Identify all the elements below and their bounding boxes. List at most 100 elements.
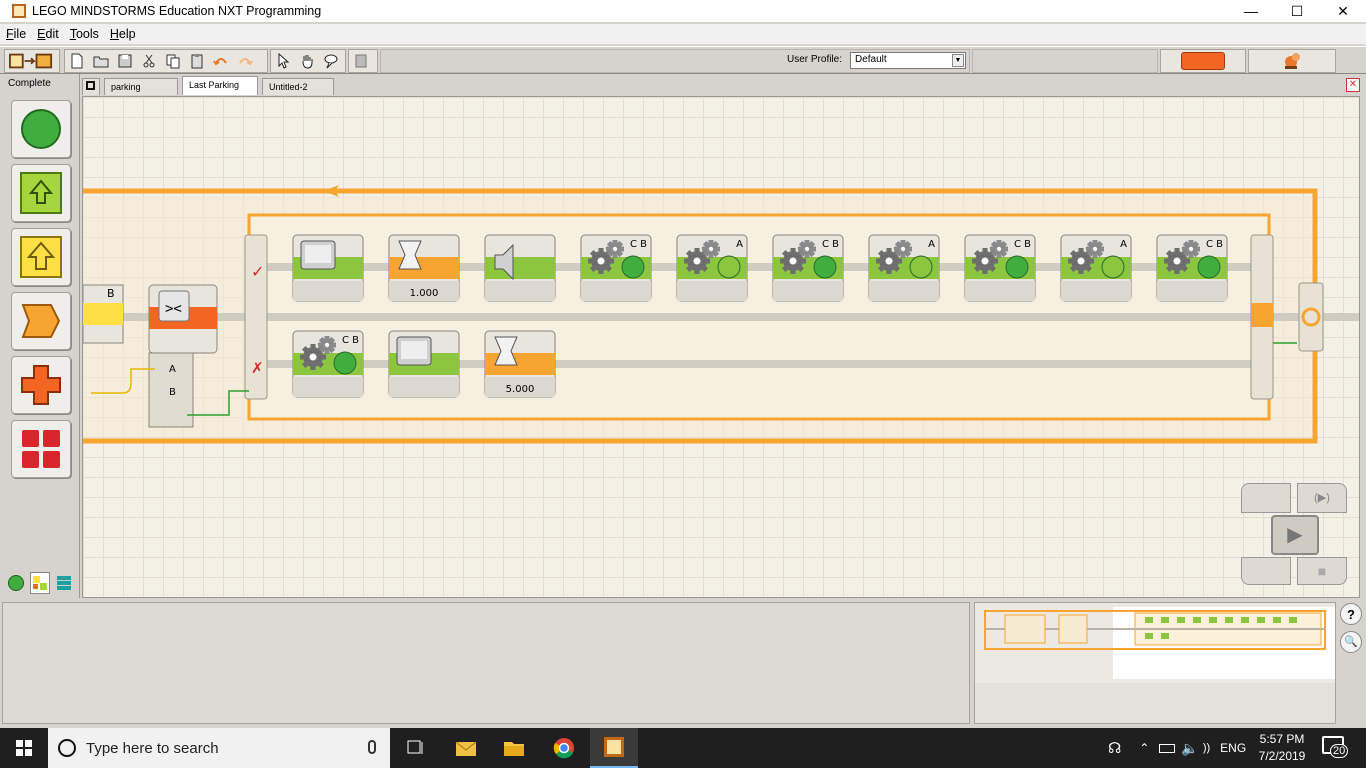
pointer-tool-icon[interactable] (271, 51, 295, 71)
search-placeholder: Type here to search (86, 739, 219, 757)
advanced-palette-button[interactable] (11, 420, 71, 478)
top-motor-block-9[interactable]: C B (1156, 234, 1228, 302)
user-profile-select[interactable]: Default ▼ (850, 52, 966, 69)
action-center-icon[interactable]: 20 (1322, 736, 1349, 758)
nxt-window-icon[interactable] (5, 51, 57, 71)
zoom-button[interactable]: 🔍 (1340, 631, 1362, 653)
top-motor-block-4[interactable]: A (676, 234, 748, 302)
side-buttons: ? 🔍 (1338, 602, 1364, 659)
robo-center-icon[interactable] (1282, 51, 1302, 71)
sensor-palette-button[interactable] (11, 228, 71, 286)
tab-last-parking[interactable]: Last Parking (182, 76, 258, 95)
action-palette-button[interactable] (11, 164, 71, 222)
custom-palette-tab-icon[interactable] (54, 572, 74, 594)
magnifier-icon: 🔍 (1344, 636, 1358, 648)
top-motor-block-8[interactable]: A (1060, 234, 1132, 302)
work-area[interactable]: ✓ ✗ >< A B B 1.000 C B A C B A C B A C B C B 5.0… (82, 96, 1360, 598)
common-palette-button[interactable] (11, 100, 71, 158)
network-icon[interactable]: )) (1203, 742, 1210, 754)
help-panel (2, 602, 970, 724)
toolbar-profile-group: User Profile: Default ▼ (380, 49, 970, 73)
top-display-block-0[interactable] (292, 234, 364, 302)
run-selected-button[interactable]: (▶) (1297, 483, 1347, 513)
close-program-icon[interactable]: ✕ (1346, 78, 1360, 92)
menu-help[interactable]: Help (108, 27, 138, 41)
my-block-icon[interactable] (349, 51, 373, 71)
top-motor-block-5[interactable]: C B (772, 234, 844, 302)
menu-edit[interactable]: Edit (35, 27, 61, 41)
taskbar-clock[interactable]: 5:57 PM 7/2/2019 (1248, 731, 1316, 765)
download-run-button[interactable]: ▶ (1271, 515, 1319, 555)
clock-time: 5:57 PM (1259, 732, 1305, 746)
stop-button[interactable]: ■ (1297, 557, 1347, 585)
map-panel[interactable] (974, 602, 1336, 724)
svg-text:C B: C B (1014, 239, 1031, 250)
menu-file[interactable]: File (4, 27, 28, 41)
lego-mindstorms-taskbar-icon[interactable] (590, 728, 638, 768)
map-preview (975, 607, 1335, 723)
top-motor-block-6[interactable]: A (868, 234, 940, 302)
app-window: LEGO MINDSTORMS Education NXT Programmin… (0, 0, 1366, 728)
tab-untitled-2[interactable]: Untitled-2 (262, 78, 334, 95)
start-button[interactable] (0, 728, 48, 768)
tab-home[interactable] (82, 78, 100, 95)
comment-tool-icon[interactable] (319, 51, 343, 71)
svg-text:><: >< (165, 301, 182, 317)
data-block-icon (21, 365, 61, 405)
clock-date: 7/2/2019 (1258, 749, 1306, 763)
bottom-wait-block-2[interactable]: 5.000 (484, 330, 556, 398)
tab-parking[interactable]: parking (104, 78, 178, 95)
redo-icon[interactable] (233, 51, 257, 71)
toolbar-nxt-group (4, 49, 60, 73)
mail-app-icon[interactable] (442, 728, 490, 768)
close-button[interactable]: ✕ (1320, 0, 1366, 22)
battery-icon[interactable] (1159, 743, 1176, 753)
chevron-up-icon[interactable]: ⌃ (1139, 741, 1149, 755)
common-palette-tab-icon[interactable] (6, 572, 26, 594)
open-icon[interactable] (89, 51, 113, 71)
download-button[interactable] (1241, 557, 1291, 585)
window-title: LEGO MINDSTORMS Education NXT Programmin… (32, 4, 322, 18)
svg-text:C B: C B (630, 239, 647, 250)
top-sound-block-2[interactable] (484, 234, 556, 302)
windows-logo-icon (16, 740, 32, 756)
svg-text:5.000: 5.000 (506, 384, 535, 395)
top-wait-block-1[interactable]: 1.000 (388, 234, 460, 302)
top-motor-block-7[interactable]: C B (964, 234, 1036, 302)
nxt-window-button[interactable] (1241, 483, 1291, 513)
true-check-icon: ✓ (251, 262, 264, 281)
svg-text:A: A (1120, 239, 1127, 250)
help-button[interactable]: ? (1340, 603, 1362, 625)
toolbar: User Profile: Default ▼ (0, 46, 1366, 74)
microphone-icon[interactable] (368, 740, 376, 754)
new-icon[interactable] (65, 51, 89, 71)
flow-palette-button[interactable] (11, 292, 71, 350)
search-icon (58, 739, 76, 757)
main-sequence-beam (83, 313, 1359, 321)
toolbar-custom-group (348, 49, 378, 73)
chrome-icon[interactable] (540, 728, 588, 768)
pan-tool-icon[interactable] (295, 51, 319, 71)
people-icon[interactable]: ☊ (1108, 739, 1121, 757)
taskbar-search[interactable]: Type here to search (48, 728, 390, 768)
cut-icon[interactable] (137, 51, 161, 71)
nxt-brick-icon[interactable] (1181, 52, 1225, 70)
maximize-button[interactable]: ☐ (1274, 0, 1320, 22)
file-explorer-icon[interactable] (490, 728, 538, 768)
top-motor-block-3[interactable]: C B (580, 234, 652, 302)
bottom-motor-block-0[interactable]: C B (292, 330, 364, 398)
copy-icon[interactable] (161, 51, 185, 71)
svg-text:C B: C B (822, 239, 839, 250)
volume-icon[interactable]: 🔈 (1181, 740, 1198, 757)
minimize-button[interactable]: — (1228, 0, 1274, 22)
complete-palette-tab-icon[interactable] (30, 572, 50, 594)
task-view-icon[interactable] (392, 728, 440, 768)
notification-count: 20 (1330, 744, 1349, 758)
save-icon[interactable] (113, 51, 137, 71)
bottom-display-block-1[interactable] (388, 330, 460, 398)
language-indicator[interactable]: ENG (1220, 741, 1246, 755)
data-palette-button[interactable] (11, 356, 71, 414)
menu-tools[interactable]: Tools (68, 27, 101, 41)
paste-icon[interactable] (185, 51, 209, 71)
undo-icon[interactable] (209, 51, 233, 71)
